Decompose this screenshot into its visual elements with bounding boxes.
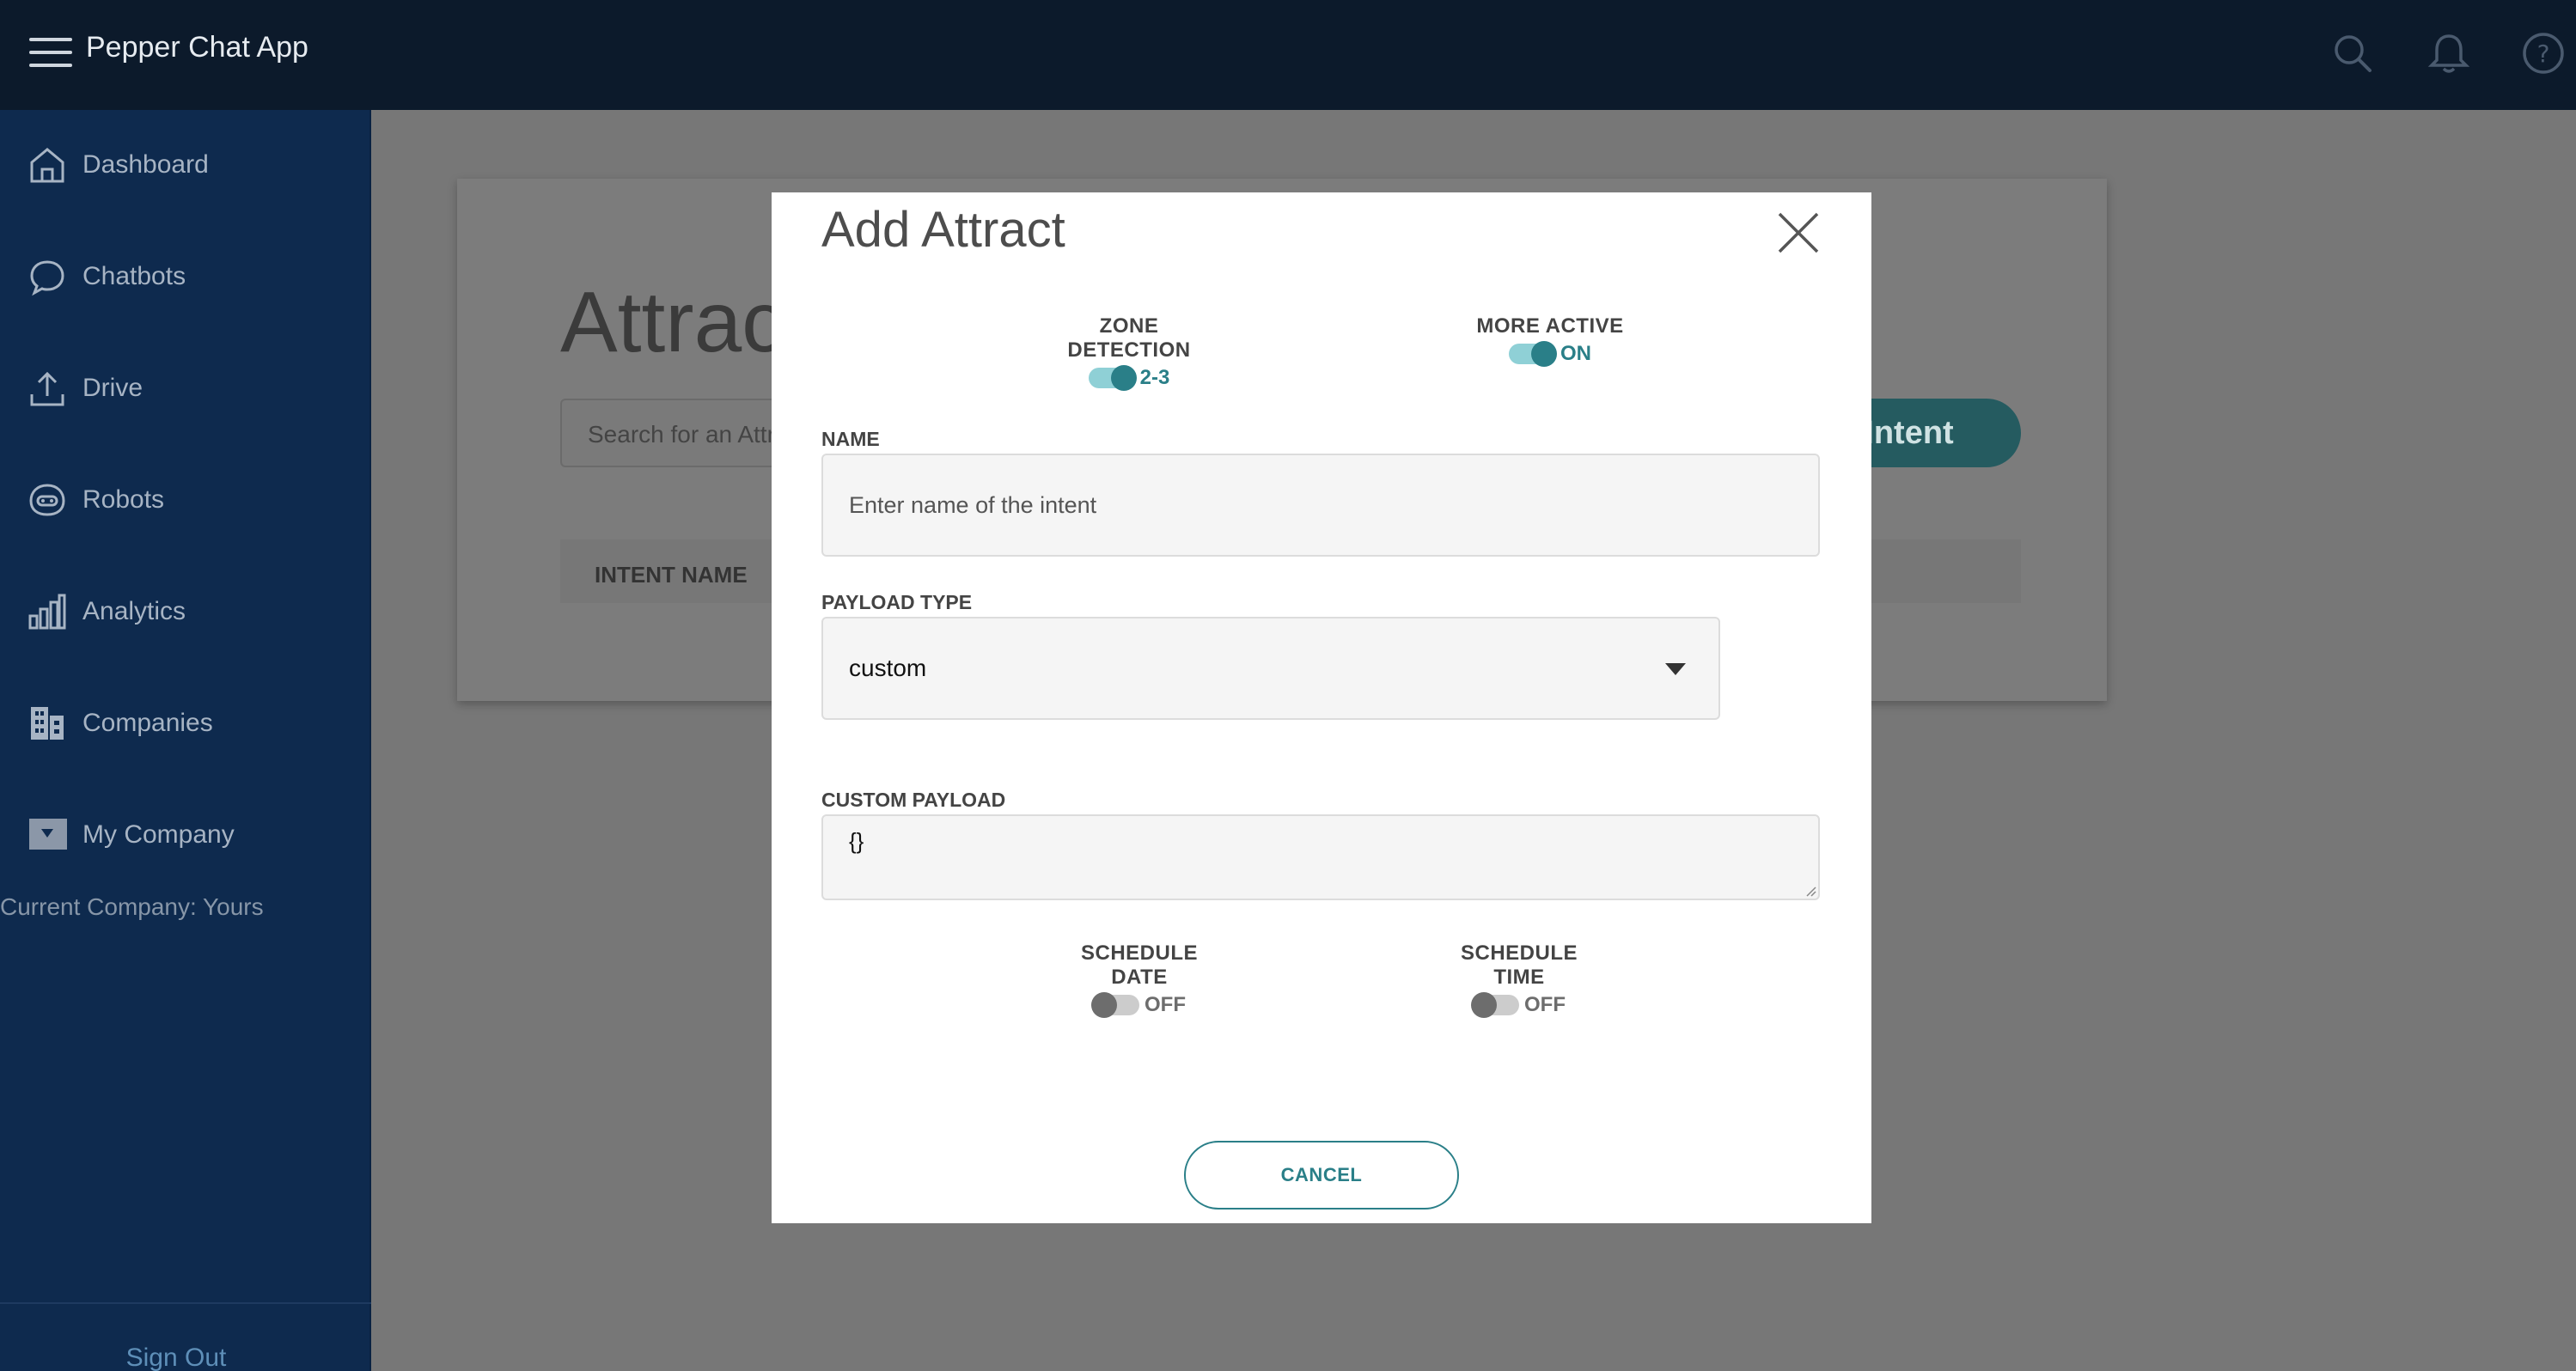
- sidebar-item-robots[interactable]: Robots: [26, 474, 164, 526]
- company-dropdown-icon: [26, 813, 69, 856]
- current-company-label: Current Company: Yours: [0, 893, 264, 920]
- robot-icon: [26, 478, 69, 521]
- sidebar-item-dashboard[interactable]: Dashboard: [26, 139, 209, 191]
- schedule-date-state: OFF: [1145, 993, 1186, 1016]
- help-icon[interactable]: ?: [2521, 31, 2566, 76]
- custom-payload-textarea[interactable]: {}: [821, 814, 1820, 900]
- sidebar-item-label: Companies: [82, 709, 213, 737]
- more-active-toggle-group: MORE ACTIVE ON: [1473, 314, 1627, 367]
- more-active-label: MORE ACTIVE: [1476, 314, 1624, 338]
- chevron-down-icon: [1665, 663, 1686, 675]
- schedule-time-toggle-group: SCHEDULE TIME OFF: [1433, 941, 1605, 1018]
- custom-payload-value: {}: [849, 828, 864, 854]
- sidebar: Dashboard Chatbots Drive Robots Analytic…: [0, 110, 371, 1371]
- zone-detection-label: ZONE DETECTION: [1067, 314, 1191, 362]
- add-attract-modal: Add Attract ZONE DETECTION 2-3 MORE ACTI…: [772, 192, 1871, 1223]
- sidebar-item-label: Robots: [82, 485, 165, 514]
- modal-title: Add Attract: [821, 202, 1065, 258]
- upload-icon: [26, 367, 69, 410]
- resize-grip-icon[interactable]: [1803, 883, 1816, 897]
- payload-type-select[interactable]: custom: [821, 617, 1720, 720]
- sidebar-item-analytics[interactable]: Analytics: [26, 586, 186, 637]
- sidebar-item-label: Drive: [82, 374, 143, 402]
- more-active-toggle[interactable]: [1509, 341, 1557, 367]
- payload-type-label: PAYLOAD TYPE: [821, 591, 973, 613]
- chat-bubble-icon: [26, 255, 69, 298]
- sidebar-item-label: Analytics: [82, 597, 186, 625]
- sidebar-item-companies[interactable]: Companies: [26, 698, 213, 749]
- app-title: Pepper Chat App: [86, 31, 308, 64]
- schedule-date-toggle-group: SCHEDULE DATE OFF: [1053, 941, 1225, 1018]
- zone-detection-toggle[interactable]: [1088, 365, 1137, 391]
- svg-text:?: ?: [2537, 40, 2550, 68]
- sidebar-item-label: Dashboard: [82, 150, 209, 179]
- schedule-time-label: SCHEDULE TIME: [1460, 941, 1578, 989]
- close-icon[interactable]: [1775, 210, 1822, 256]
- zone-detection-state: 2-3: [1139, 366, 1170, 389]
- more-active-state: ON: [1560, 342, 1591, 365]
- name-label: NAME: [821, 428, 880, 450]
- sidebar-item-label: Chatbots: [82, 262, 186, 290]
- cancel-button[interactable]: CANCEL: [1184, 1141, 1459, 1210]
- sidebar-item-drive[interactable]: Drive: [26, 363, 143, 414]
- bar-chart-icon: [26, 590, 69, 633]
- sidebar-item-chatbots[interactable]: Chatbots: [26, 251, 186, 302]
- payload-type-value: custom: [849, 655, 927, 681]
- schedule-date-toggle[interactable]: [1091, 992, 1139, 1018]
- sidebar-item-label: My Company: [82, 820, 235, 849]
- top-bar: Pepper Chat App ?: [0, 0, 2576, 110]
- sidebar-divider: [0, 1302, 371, 1304]
- sidebar-item-my-company[interactable]: My Company: [26, 809, 235, 861]
- search-icon[interactable]: [2330, 31, 2375, 76]
- hamburger-menu-icon[interactable]: [29, 38, 72, 72]
- schedule-date-label: SCHEDULE DATE: [1080, 941, 1198, 989]
- building-icon: [26, 702, 69, 745]
- custom-payload-label: CUSTOM PAYLOAD: [821, 789, 1006, 811]
- zone-detection-toggle-group: ZONE DETECTION 2-3: [1043, 314, 1215, 391]
- schedule-time-toggle[interactable]: [1471, 992, 1519, 1018]
- sign-out-link[interactable]: Sign Out: [0, 1344, 352, 1371]
- home-icon: [26, 143, 69, 186]
- page-title: Attrac: [560, 274, 785, 370]
- schedule-time-state: OFF: [1524, 993, 1566, 1016]
- bell-icon[interactable]: [2426, 31, 2471, 76]
- name-input[interactable]: Enter name of the intent: [821, 454, 1820, 557]
